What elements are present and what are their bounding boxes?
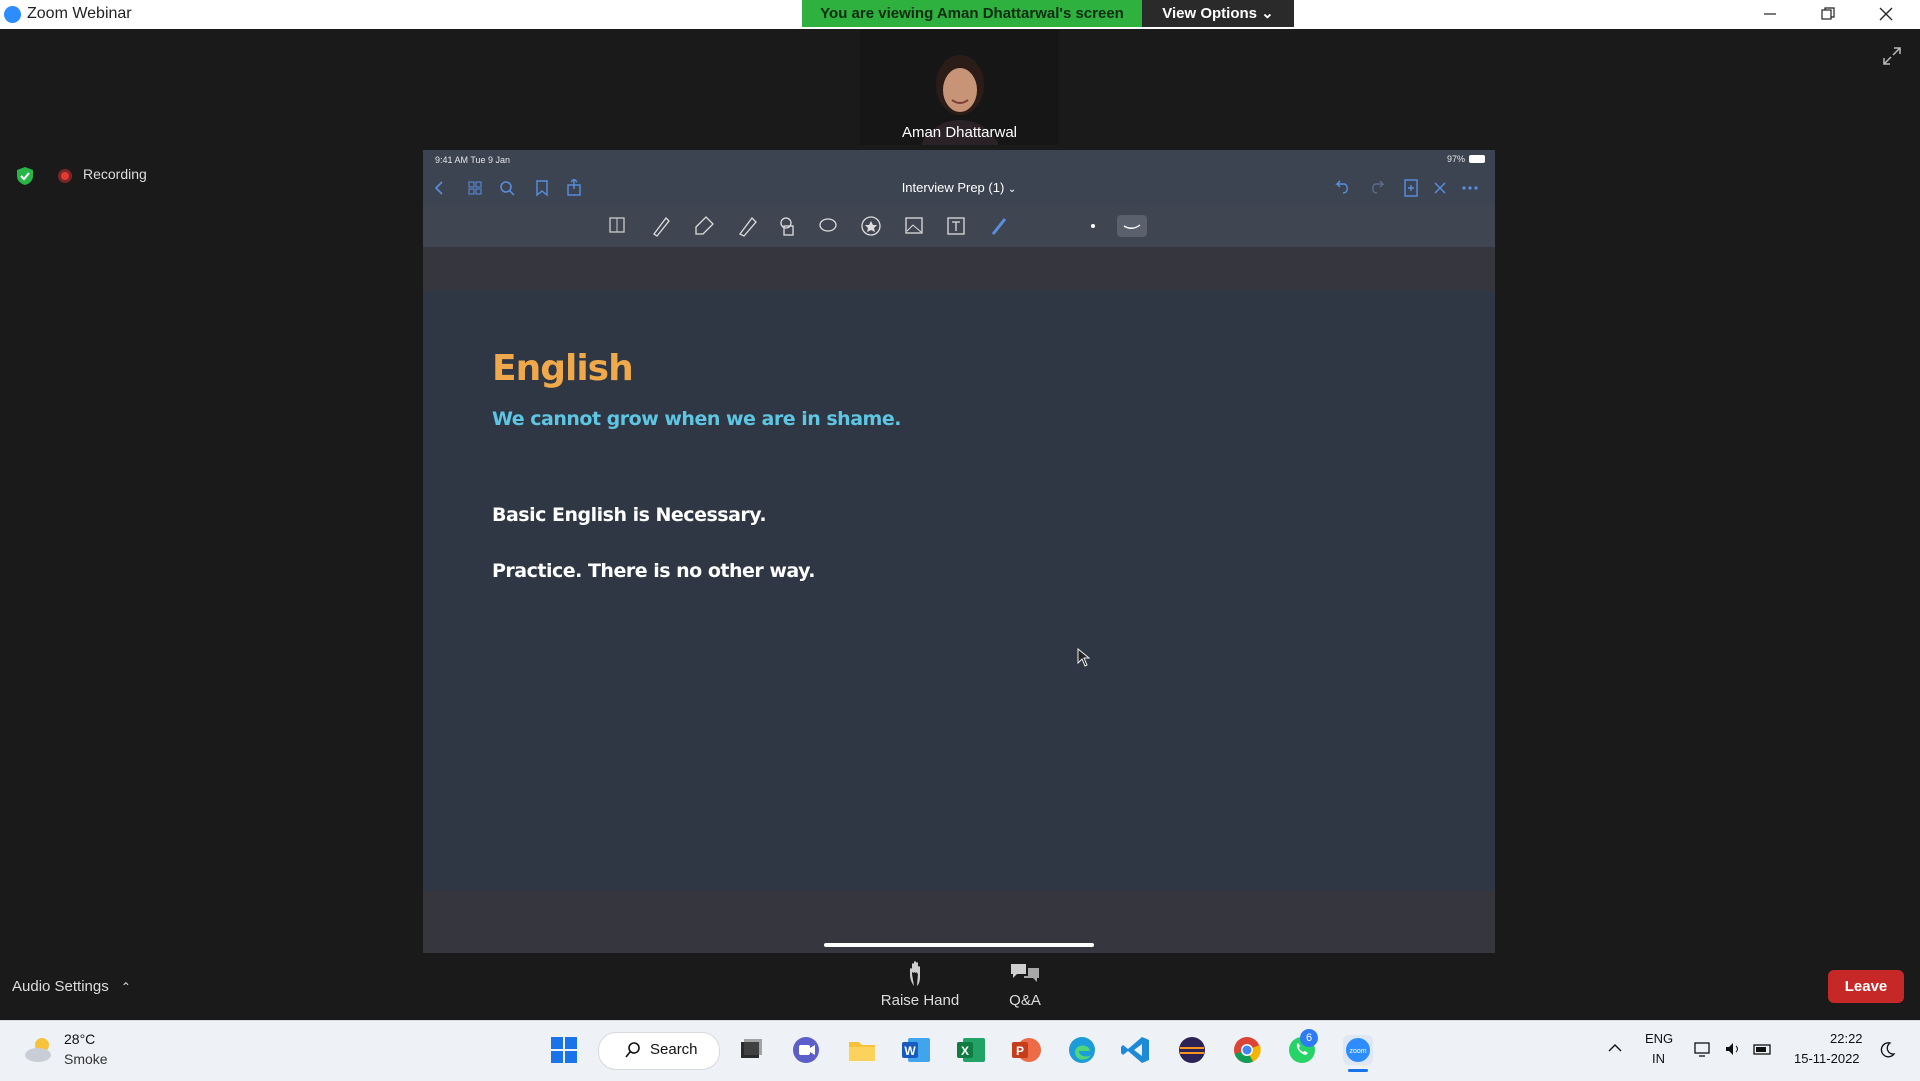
undo-icon [1335,180,1348,194]
recording-dot-icon [57,168,73,184]
shared-screen[interactable]: 9:41 AM Tue 9 Jan 97% Interview Prep (1)… [423,150,1495,953]
home-indicator [824,943,1094,947]
battery-icon [1469,155,1485,163]
svg-text:X: X [961,1044,969,1058]
laser-pointer-icon [991,218,1007,235]
chevron-up-icon: ⌃ [120,980,131,994]
language-indicator[interactable]: ENG [1645,1031,1673,1046]
svg-text:P: P [1016,1044,1024,1058]
text-tool-icon [947,217,965,235]
zoom-taskbar-icon[interactable]: zoom [1342,1034,1374,1066]
note-subtitle: We cannot grow when we are in shame. [492,408,901,430]
edge-browser-icon[interactable] [1066,1034,1098,1066]
ipad-right-icons [1335,179,1478,197]
search-label: Search [650,1041,698,1058]
close-icon [1879,7,1893,21]
raise-hand-button[interactable]: Raise Hand [870,960,970,1009]
presenter-video-tile[interactable]: Aman Dhattarwal [860,30,1059,145]
leave-button[interactable]: Leave [1828,970,1904,1003]
raise-hand-icon [910,961,920,986]
pen-icon [653,217,670,237]
volume-icon [1726,1043,1738,1055]
note-line: Practice. There is no other way. [492,560,816,582]
close-button[interactable] [1858,0,1914,29]
notification-badge: 6 [1300,1029,1318,1047]
note-title: English [492,348,634,389]
expand-icon [1883,47,1901,65]
weather-icon[interactable] [22,1035,56,1065]
battery-icon [1753,1044,1771,1055]
weather-condition[interactable]: Smoke [64,1051,108,1067]
recording-label: Recording [83,166,147,182]
svg-text:zoom: zoom [1349,1048,1366,1055]
qa-icon [1011,964,1039,982]
view-options-button[interactable]: View Options ⌄ [1142,0,1294,27]
fullscreen-button[interactable] [1882,46,1902,66]
task-view-icon[interactable] [734,1034,766,1066]
chrome-icon[interactable] [1231,1034,1263,1066]
clock-date[interactable]: 15-11-2022 [1794,1051,1860,1066]
redo-icon [1372,180,1385,194]
sticker-icon [861,216,881,236]
qa-button[interactable]: Q&A [985,960,1065,1009]
network-icon [1694,1042,1710,1057]
audio-settings-label: Audio Settings [12,978,109,995]
powerpoint-icon[interactable]: P [1010,1034,1042,1066]
minimize-icon [1764,13,1776,15]
eclipse-icon[interactable] [1176,1034,1208,1066]
close-pen-icon [1434,182,1446,194]
restore-button[interactable] [1800,0,1856,29]
vscode-icon[interactable] [1120,1034,1152,1066]
qa-label: Q&A [1009,992,1041,1009]
chevron-down-icon: ⌄ [1007,184,1017,195]
chevron-down-icon: ⌄ [1261,5,1274,22]
language-region[interactable]: IN [1652,1051,1665,1066]
page-tool-icon [609,217,625,233]
chevron-up-icon[interactable] [1606,1040,1624,1056]
highlighter-icon [739,217,757,237]
ipad-status-time: 9:41 AM Tue 9 Jan [435,155,511,165]
restore-icon [1821,7,1835,20]
windows-start-icon[interactable] [548,1034,580,1066]
minimize-button[interactable] [1742,0,1798,29]
image-icon [905,217,923,234]
shapes-icon [780,217,794,236]
view-options-label: View Options [1162,5,1257,22]
word-icon[interactable]: W [900,1034,932,1066]
drawing-tools[interactable] [608,213,1308,239]
search-icon [625,1042,640,1058]
stroke-style-selector [1117,215,1147,237]
more-icon [1462,186,1478,190]
mouse-cursor-icon [1077,648,1091,667]
zoom-logo-icon [4,6,21,23]
eraser-icon [695,216,714,235]
participant-name: Aman Dhattarwal [901,124,1018,141]
file-explorer-icon[interactable] [846,1034,878,1066]
lasso-icon [819,218,837,232]
viewing-banner: You are viewing Aman Dhattarwal's screen [802,0,1142,27]
active-app-indicator [1348,1069,1368,1072]
app-title: Zoom Webinar [27,5,132,22]
note-line: Basic English is Necessary. [492,504,767,526]
ipad-battery-percent: 97% [1447,154,1466,164]
add-page-icon [1404,179,1418,197]
audio-settings-button[interactable]: Audio Settings ⌃ [12,978,131,995]
teams-chat-icon[interactable] [790,1034,822,1066]
weather-temperature[interactable]: 28°C [64,1031,95,1047]
raise-hand-label: Raise Hand [880,992,960,1009]
focus-moon-icon[interactable] [1878,1041,1896,1059]
page-gap [423,247,1495,290]
clock-time[interactable]: 22:22 [1830,1031,1863,1046]
system-tray-icons[interactable] [1694,1040,1776,1060]
encryption-shield-icon [15,166,35,186]
stroke-width-dot-icon [1091,224,1095,228]
svg-text:W: W [904,1044,916,1058]
excel-icon[interactable]: X [955,1034,987,1066]
document-title-label: Interview Prep (1) [901,180,1005,195]
